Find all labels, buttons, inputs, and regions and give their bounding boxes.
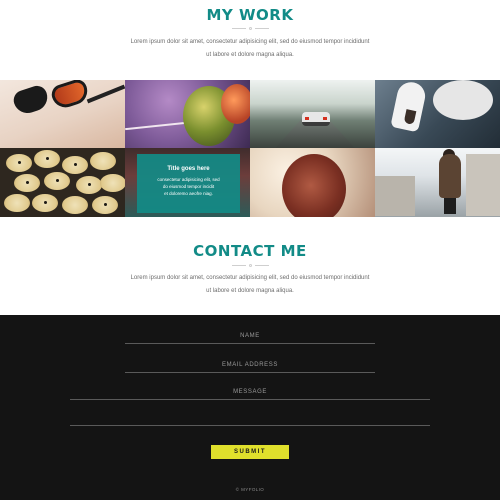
work-heading: MY WORK <box>206 6 294 24</box>
footer-copyright: © MYFOLIO <box>235 487 265 492</box>
work-tile-portrait[interactable] <box>250 148 375 217</box>
name-field[interactable] <box>125 343 375 344</box>
work-tile-sunglasses[interactable] <box>0 80 125 148</box>
message-field-line2[interactable] <box>70 425 430 426</box>
work-description-line1: Lorem ipsum dolor sit amet, consectetur … <box>130 39 370 45</box>
work-tile-street[interactable] <box>375 148 500 217</box>
work-divider <box>0 26 500 32</box>
work-tile-bananas[interactable] <box>0 148 125 217</box>
email-field[interactable] <box>125 372 375 373</box>
contact-divider <box>0 263 500 269</box>
work-description-line2: ut labore et dolore magna aliqua. <box>206 52 294 58</box>
email-field-label: EMAIL ADDRESS <box>222 362 278 368</box>
contact-description: Lorem ipsum dolor sit amet, consectetur … <box>100 272 400 298</box>
contact-heading: CONTACT ME <box>193 242 307 260</box>
contact-description-line1: Lorem ipsum dolor sit amet, consectetur … <box>130 275 370 281</box>
work-tile-car[interactable] <box>250 80 375 148</box>
caption-line3: et doloremo aeofre niag. <box>164 191 213 196</box>
work-grid: Title goes here consectetur adipisicing … <box>0 80 500 217</box>
work-tile-caption: Title goes here consectetur adipisicing … <box>137 154 240 213</box>
caption-body: consectetur adipisicing elit, sed do eiu… <box>137 174 240 197</box>
caption-title: Title goes here <box>167 166 210 172</box>
name-field-label: NAME <box>240 333 260 339</box>
submit-button[interactable]: SUBMIT <box>211 445 289 459</box>
contact-description-line2: ut labore et dolore magna aliqua. <box>206 288 294 294</box>
work-tile-featured[interactable]: Title goes here consectetur adipisicing … <box>125 148 250 217</box>
caption-line1: consectetur adipisicing elit, sed <box>157 177 220 182</box>
caption-line2: do eiusmod tempor incidit <box>162 184 215 189</box>
work-tile-swan[interactable] <box>375 80 500 148</box>
work-description: Lorem ipsum dolor sit amet, consectetur … <box>100 36 400 62</box>
message-field-line1[interactable] <box>70 399 430 400</box>
work-tile-ornaments[interactable] <box>125 80 250 148</box>
message-field-label: MESSAGE <box>233 389 267 395</box>
